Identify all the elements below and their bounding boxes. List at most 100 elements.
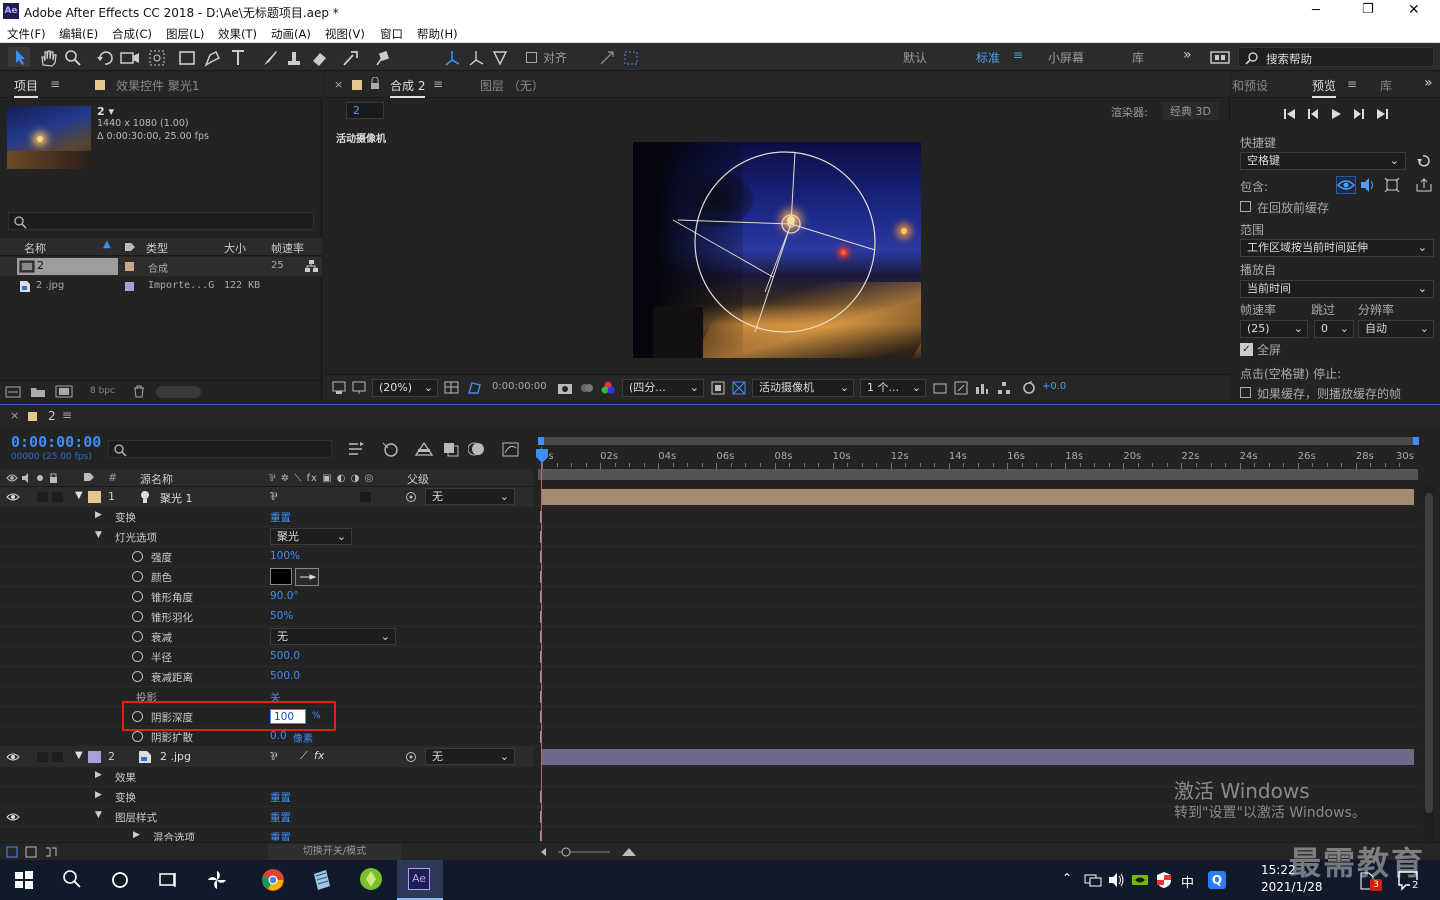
property-row[interactable]: 阴影扩散 0.0 像素 (0, 727, 534, 747)
fullscreen-checkbox[interactable]: ✓ (1240, 343, 1253, 356)
property-row[interactable]: ▶ 变换 重置 (0, 507, 534, 527)
stopwatch-icon[interactable] (132, 591, 143, 602)
volume-icon[interactable] (1108, 872, 1126, 888)
track-row[interactable] (536, 707, 1420, 727)
solo-toggle[interactable] (37, 752, 48, 762)
property-name[interactable]: 半径 (151, 650, 172, 665)
property-group-name[interactable]: 灯光选项 (115, 530, 157, 545)
grid-overlay-icon[interactable] (444, 381, 460, 395)
monitor-icon[interactable] (352, 381, 366, 395)
eyedropper-icon[interactable] (295, 568, 319, 586)
qq-app-icon[interactable]: Q (1208, 871, 1226, 889)
tab-effect-controls[interactable]: 效果控件 聚光1 (116, 77, 199, 94)
property-value[interactable]: 0.0 (270, 730, 287, 742)
play-icon[interactable] (1332, 109, 1341, 119)
pick-whip-icon[interactable] (405, 751, 417, 763)
nvidia-icon[interactable] (1131, 872, 1149, 888)
property-group-name[interactable]: 变换 (115, 510, 136, 525)
property-row[interactable]: ▼ 灯光选项 聚光 ⌄ (0, 527, 534, 547)
footer-toggle-icons[interactable] (6, 846, 58, 858)
property-value[interactable]: 90.0° (270, 590, 299, 602)
more-panels-icon[interactable]: » (1424, 75, 1433, 91)
eye-icon[interactable] (6, 492, 20, 502)
property-row[interactable]: 衰减无 ⌄ (0, 627, 534, 647)
track-row[interactable] (536, 547, 1420, 567)
graph-editor-icon[interactable] (502, 440, 520, 458)
snap-feather-icon[interactable] (622, 49, 640, 67)
track-row[interactable] (536, 827, 1420, 841)
expand-triangle-icon[interactable]: ▼ (75, 490, 83, 501)
property-name[interactable]: 衰减 (151, 630, 172, 645)
clone-stamp-tool-icon[interactable] (285, 49, 303, 67)
menu-edit[interactable]: 编辑(E) (59, 26, 98, 42)
flowchart-icon[interactable] (305, 260, 318, 273)
expand-triangle-icon[interactable]: ▶ (95, 790, 102, 800)
layer-duration-bar[interactable] (542, 749, 1414, 765)
snapshot-camera-icon[interactable] (557, 381, 573, 395)
green-app-icon[interactable] (358, 866, 384, 892)
lock-icon[interactable] (370, 77, 380, 90)
chrome-icon[interactable] (261, 868, 285, 892)
property-group-name[interactable]: 效果 (115, 770, 136, 785)
property-value[interactable]: 重置 (270, 790, 291, 805)
panel-menu-icon[interactable]: ≡ (1347, 77, 1357, 91)
show-snapshot-icon[interactable] (580, 381, 594, 395)
snap-extend-icon[interactable] (598, 49, 616, 67)
comp-viewer[interactable]: 活动摄像机 (324, 123, 1230, 373)
menu-composition[interactable]: 合成(C) (112, 26, 152, 42)
col-fps[interactable]: 帧速率 (271, 240, 304, 256)
label-color-swatch[interactable] (125, 262, 134, 271)
property-row[interactable]: ▶ 效果 (0, 767, 534, 787)
light-color-swatch[interactable] (270, 568, 292, 585)
workspace-libraries[interactable]: 库 (1132, 49, 1144, 66)
property-value[interactable]: 重置 (270, 810, 291, 825)
timeline-icon[interactable] (975, 381, 989, 395)
exposure-value[interactable]: +0.0 (1042, 381, 1066, 392)
property-name[interactable]: 衰减距离 (151, 670, 193, 685)
shortcut-dropdown[interactable]: 空格键 ⌄ (1240, 152, 1406, 170)
taskbar-search-icon[interactable] (62, 869, 82, 889)
expand-triangle-icon[interactable]: ▶ (133, 830, 140, 840)
label-color-swatch[interactable] (125, 282, 134, 291)
pinwheel-app-icon[interactable] (206, 869, 228, 891)
panel-menu-icon[interactable]: ≡ (62, 408, 72, 422)
eye-icon[interactable] (6, 812, 20, 822)
zoom-tool-icon[interactable] (64, 49, 82, 67)
stopwatch-icon[interactable] (132, 651, 143, 662)
snap-checkbox[interactable] (526, 52, 537, 63)
tab-libraries[interactable]: 库 (1380, 77, 1392, 94)
property-value[interactable]: 500.0 (270, 670, 300, 682)
pan-behind-tool-icon[interactable] (148, 49, 166, 67)
expand-triangle-icon[interactable]: ▶ (95, 770, 102, 780)
puppet-pin-tool-icon[interactable] (373, 49, 391, 67)
property-row[interactable]: ▶ 变换 重置 (0, 787, 534, 807)
region-of-interest-icon[interactable] (711, 381, 725, 395)
tab-preview[interactable]: 预览 (1312, 77, 1337, 98)
stopwatch-icon[interactable] (132, 631, 143, 642)
view-layout-dropdown[interactable]: 1 个... ⌄ (860, 379, 926, 397)
rectangle-tool-icon[interactable] (178, 49, 196, 67)
reset-icon[interactable] (1416, 154, 1430, 168)
text-tool-icon[interactable] (229, 48, 249, 68)
help-search-input[interactable]: 搜索帮助 (1238, 47, 1434, 67)
close-tab-icon[interactable]: × (334, 78, 343, 91)
parent-dropdown[interactable]: 无 ⌄ (425, 488, 515, 505)
property-value[interactable]: 重置 (270, 830, 291, 841)
include-video-toggle[interactable] (1336, 176, 1356, 194)
property-row[interactable]: 颜色 (0, 567, 534, 587)
expand-triangle-icon[interactable]: ▶ (95, 510, 102, 520)
camera-view-dropdown[interactable]: 活动摄像机 ⌄ (752, 379, 854, 397)
toggle-switches-modes-button[interactable]: 切换开关/模式 (268, 844, 401, 860)
fast-preview-icon[interactable] (954, 381, 968, 395)
timeline-search-input[interactable] (108, 440, 332, 458)
playhead-marker-icon[interactable] (535, 448, 549, 464)
switches-header-icons[interactable]: ⅌ ✲ ⟍ fx ▣ ◐ ◑ ◎ (269, 470, 374, 484)
track-row[interactable] (536, 567, 1420, 587)
layer-name[interactable]: 2 .jpg (160, 750, 191, 763)
last-frame-icon[interactable] (1377, 109, 1388, 119)
solo-toggle[interactable] (37, 492, 48, 502)
source-name-header[interactable]: 源名称 (140, 471, 173, 487)
workspace-menu-icon[interactable]: ≡ (1013, 48, 1023, 62)
menu-effect[interactable]: 效果(T) (218, 26, 257, 42)
track-row[interactable] (536, 727, 1420, 747)
